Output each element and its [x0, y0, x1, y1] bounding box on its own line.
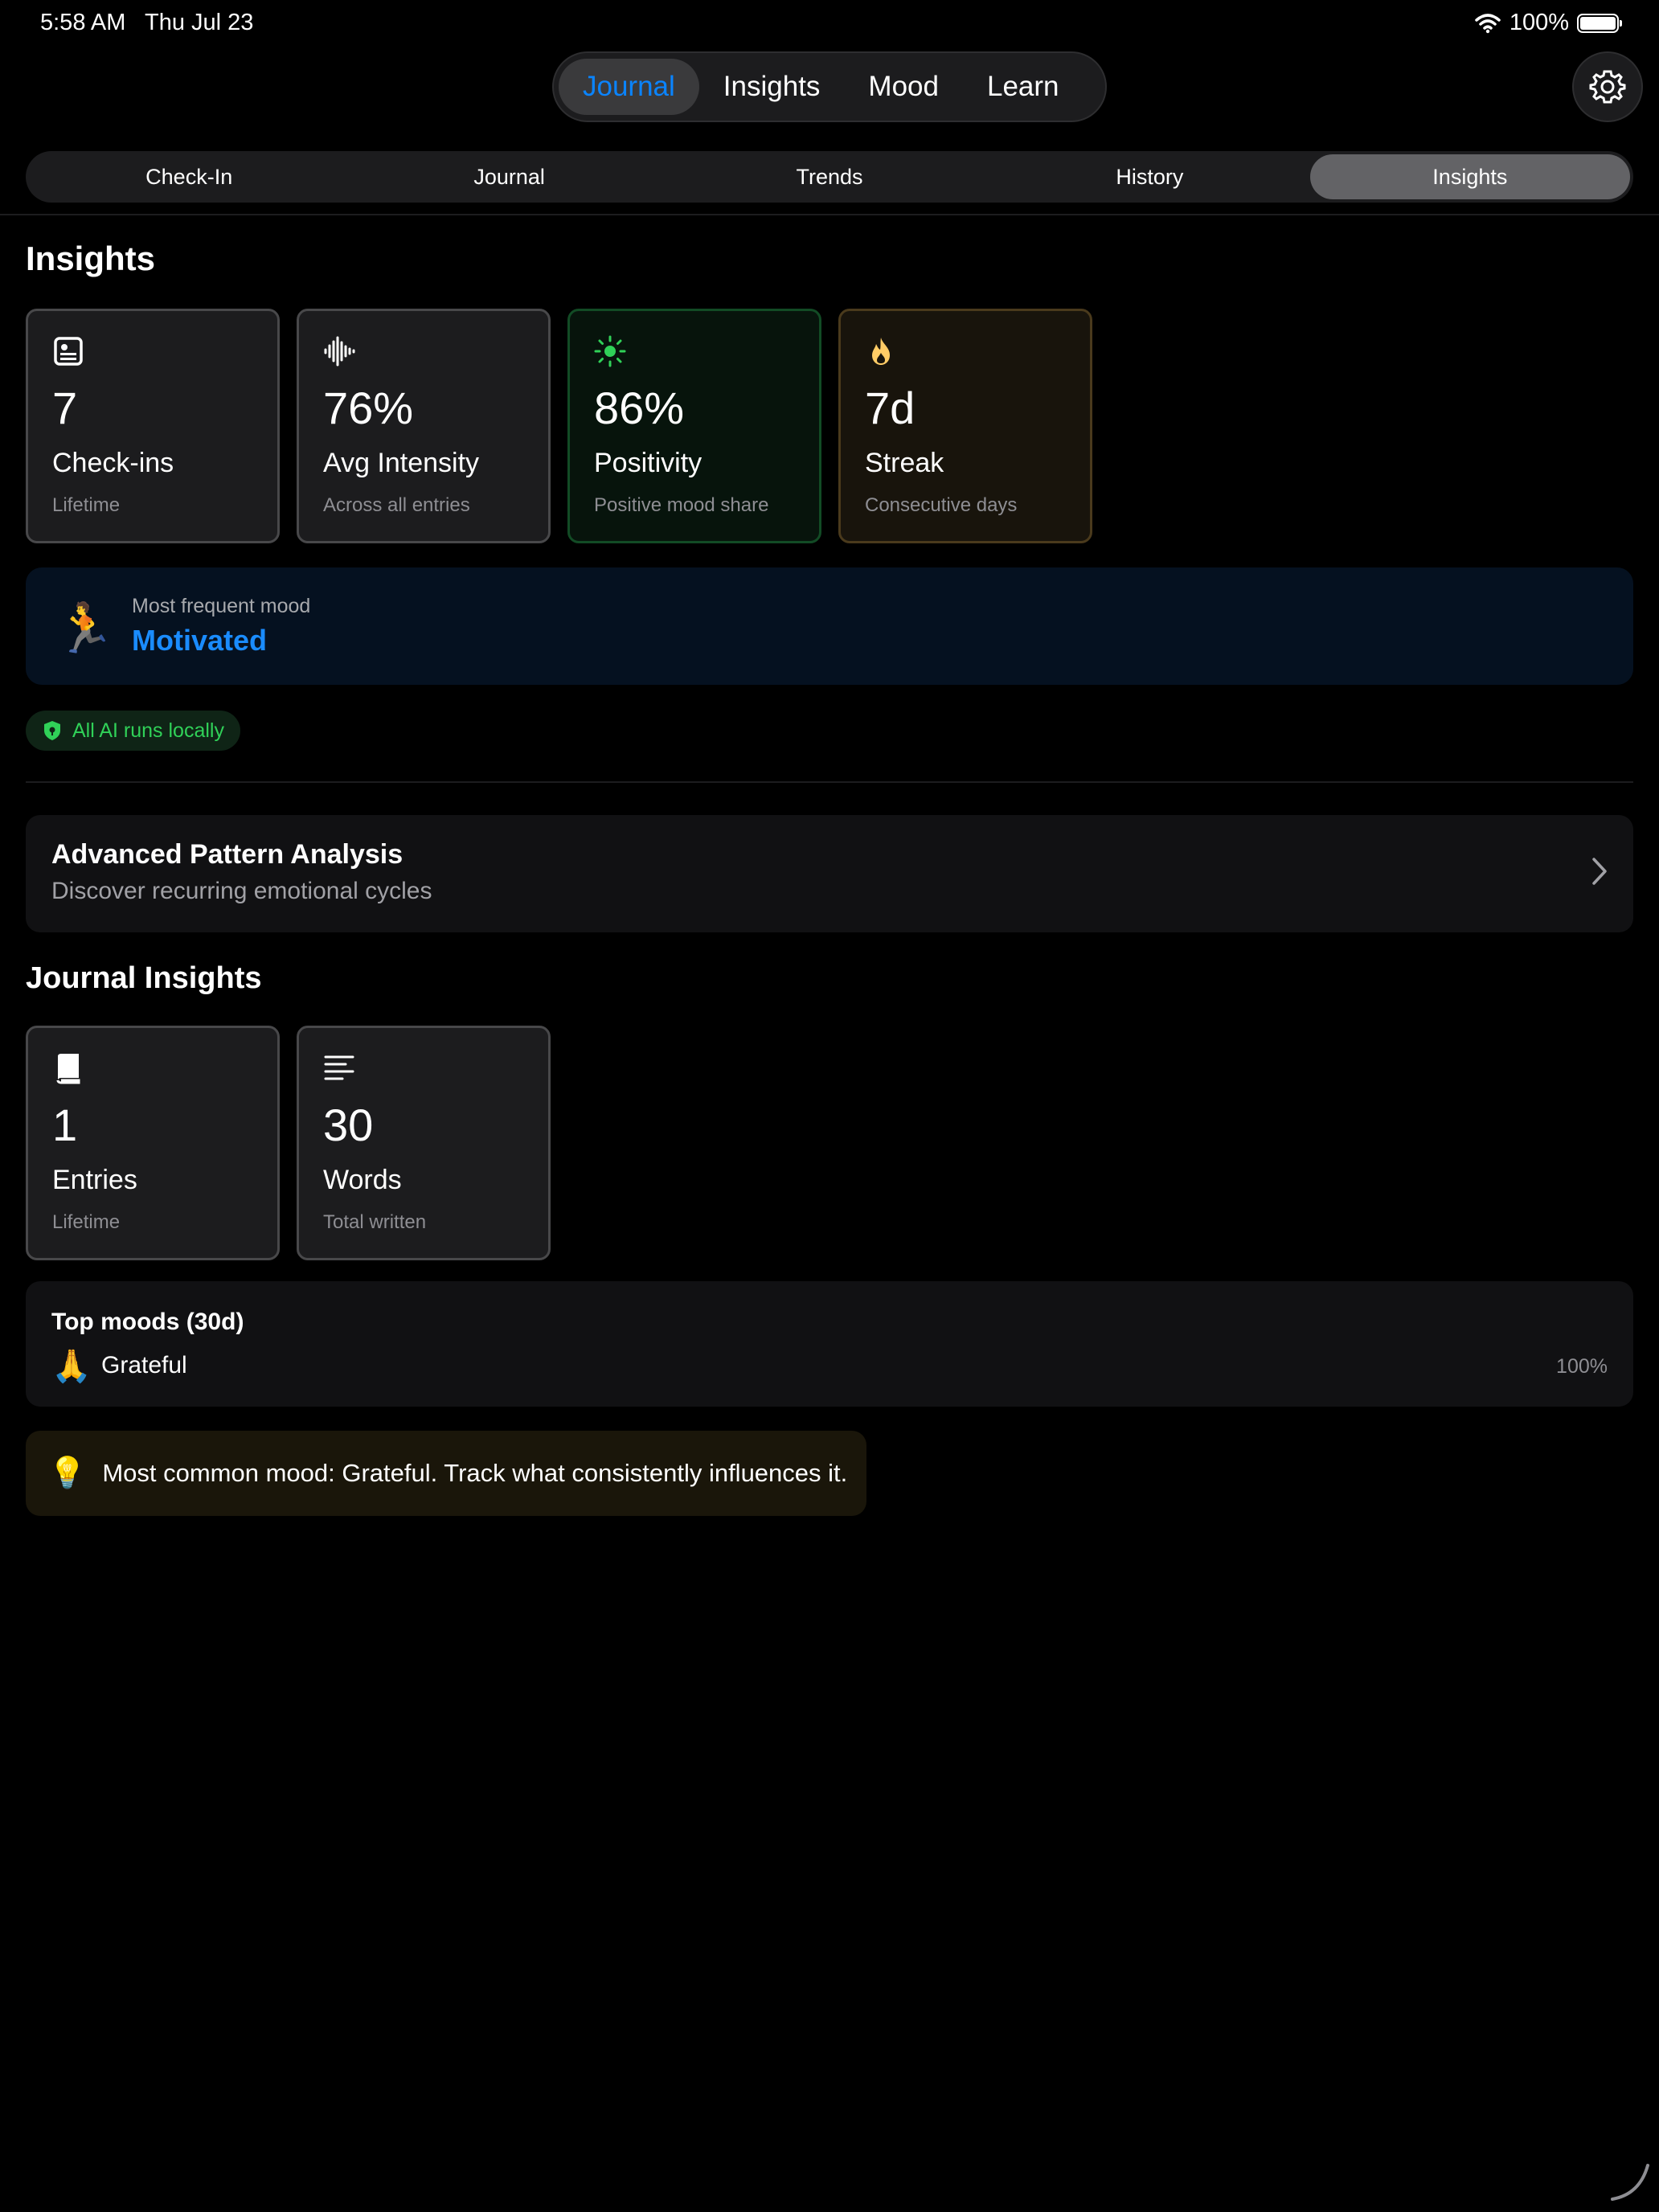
book-icon: [56, 1054, 80, 1084]
tab-trends[interactable]: Trends: [670, 154, 989, 199]
stat-card-positivity: 86% Positivity Positive mood share: [567, 309, 821, 543]
insights-title: Insights: [26, 240, 156, 277]
lightbulb-icon: 💡: [48, 1456, 87, 1490]
intensity-label: Avg Intensity: [323, 448, 480, 478]
streak-sub: Consecutive days: [865, 494, 1018, 516]
wifi-icon: [1475, 13, 1501, 33]
shield-icon: [44, 721, 60, 740]
chevron-right-icon: [1592, 858, 1607, 885]
positivity-sub: Positive mood share: [594, 494, 769, 516]
settings-button[interactable]: [1572, 51, 1643, 122]
mood-tip: 💡 Most common mood: Grateful. Track what…: [26, 1431, 866, 1516]
tab-history[interactable]: History: [989, 154, 1309, 199]
sub-tabs: Check-In Journal Trends History Insights: [26, 151, 1633, 203]
battery-percent: 100%: [1509, 10, 1569, 35]
mood-item-emoji: 🙏: [51, 1349, 92, 1384]
words-sub: Total written: [323, 1211, 427, 1233]
tab-insights[interactable]: Insights: [1309, 154, 1631, 199]
sun-icon: [594, 335, 626, 367]
positivity-value: 86%: [594, 383, 685, 433]
positivity-label: Positivity: [594, 448, 703, 478]
nav-learn[interactable]: Learn: [963, 59, 1083, 115]
advanced-subtitle: Discover recurring emotional cycles: [51, 878, 432, 904]
most-frequent-mood: 🏃 Most frequent mood Motivated: [26, 567, 1633, 685]
flame-icon: [872, 338, 890, 365]
nav-insights[interactable]: Insights: [699, 59, 845, 115]
stat-card-intensity: 76% Avg Intensity Across all entries: [297, 309, 551, 543]
header-divider: [0, 214, 1659, 215]
advanced-title: Advanced Pattern Analysis: [51, 839, 403, 870]
tab-journal[interactable]: Journal: [349, 154, 669, 199]
intensity-sub: Across all entries: [323, 494, 470, 516]
top-moods-title: Top moods (30d): [51, 1309, 244, 1335]
words-value: 30: [323, 1100, 374, 1150]
mood-value: Motivated: [132, 624, 268, 657]
battery-icon: [1577, 13, 1622, 33]
status-date: Thu Jul 23: [145, 10, 254, 35]
person-card-icon: [54, 337, 83, 366]
tip-text: Most common mood: Grateful. Track what c…: [102, 1459, 848, 1487]
checkins-value: 7: [52, 383, 78, 433]
checkins-label: Check-ins: [52, 448, 174, 478]
journal-insights-title: Journal Insights: [26, 961, 262, 995]
mood-emoji: 🏃: [55, 601, 115, 655]
local-ai-label: All AI runs locally: [72, 719, 224, 742]
mood-caption: Most frequent mood: [132, 595, 311, 617]
stat-card-entries: 1 Entries Lifetime: [26, 1026, 280, 1260]
streak-label: Streak: [865, 448, 944, 478]
stat-card-words: 30 Words Total written: [297, 1026, 551, 1260]
entries-sub: Lifetime: [52, 1211, 121, 1233]
advanced-pattern-analysis[interactable]: Advanced Pattern Analysis Discover recur…: [26, 815, 1633, 932]
tab-check-in[interactable]: Check-In: [29, 154, 349, 199]
mood-item-percent: 100%: [1556, 1355, 1608, 1378]
status-time: 5:58 AM: [40, 10, 126, 35]
intensity-value: 76%: [323, 383, 414, 433]
nav-journal[interactable]: Journal: [559, 59, 699, 115]
entries-value: 1: [52, 1100, 78, 1150]
gear-icon: [1589, 70, 1626, 104]
section-divider: [26, 781, 1633, 783]
nav-mood[interactable]: Mood: [844, 59, 963, 115]
stat-card-checkins: 7 Check-ins Lifetime: [26, 309, 280, 543]
stat-card-streak: 7d Streak Consecutive days: [838, 309, 1092, 543]
status-indicators: 100%: [1474, 10, 1622, 36]
words-label: Words: [323, 1165, 402, 1195]
streak-value: 7d: [865, 383, 916, 433]
checkins-sub: Lifetime: [52, 494, 121, 516]
top-moods-panel: Top moods (30d) 🙏 Grateful 100%: [26, 1281, 1633, 1407]
waveform-icon: [324, 336, 355, 367]
main-nav: Journal Insights Mood Learn: [552, 51, 1107, 122]
scroll-indicator-icon: [1611, 2164, 1649, 2201]
text-lines-icon: [324, 1055, 354, 1080]
local-ai-badge: All AI runs locally: [26, 711, 240, 751]
entries-label: Entries: [52, 1165, 137, 1195]
mood-item-name: Grateful: [101, 1352, 187, 1378]
